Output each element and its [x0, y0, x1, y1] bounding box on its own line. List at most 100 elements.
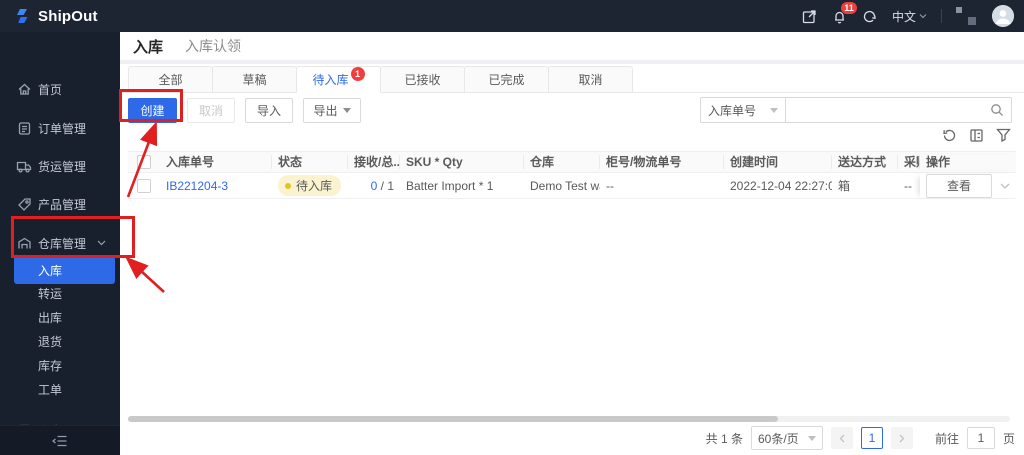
- logo[interactable]: ShipOut: [0, 7, 98, 25]
- sidebar-item-products[interactable]: 产品管理: [0, 191, 120, 217]
- sidebar-item-label: 转运: [38, 286, 63, 301]
- tag-icon: [16, 196, 32, 212]
- sidebar-collapse-button[interactable]: [0, 425, 120, 455]
- export-icon[interactable]: [802, 8, 818, 24]
- sidebar-item-transfer[interactable]: 转运: [0, 281, 120, 305]
- tab-pending-inbound[interactable]: 待入库 1: [296, 66, 381, 93]
- search-input[interactable]: [786, 99, 990, 121]
- table-row: IB221204-3 待入库 0 / 1 Batter Import * 1 D…: [128, 173, 1016, 199]
- pagination: 共 1 条 60条/页 1 前往 页: [120, 426, 1024, 450]
- tab-inbound[interactable]: 入库: [133, 36, 163, 57]
- search-icon[interactable]: [990, 103, 1011, 117]
- caret-down-icon: [342, 107, 351, 113]
- image-placeholder-icon: [956, 7, 978, 25]
- total-count-label: 共 1 条: [705, 431, 743, 446]
- reset-icon[interactable]: [942, 128, 957, 143]
- column-header: 接收/总...: [348, 155, 400, 169]
- sidebar-item-label: 出库: [38, 310, 63, 325]
- toolbar: 创建 取消 导入 导出 入库单号: [120, 97, 1024, 123]
- tab-completed[interactable]: 已完成: [464, 66, 549, 93]
- header-divider: [941, 9, 942, 23]
- tab-all[interactable]: 全部: [128, 66, 213, 93]
- column-header-actions: 操作: [920, 155, 1016, 169]
- tab-received[interactable]: 已接收: [380, 66, 465, 93]
- caret-down-icon: [807, 435, 816, 441]
- created-time-cell: 2022-12-04 22:27:08: [730, 178, 832, 193]
- column-settings-icon[interactable]: [969, 128, 984, 143]
- caret-down-icon: [770, 107, 778, 113]
- sidebar-item-inventory[interactable]: 库存: [0, 353, 120, 377]
- search-input-wrap: [786, 97, 1012, 123]
- sidebar-item-label: 退货: [38, 334, 63, 349]
- tab-cancelled[interactable]: 取消: [548, 66, 633, 93]
- scrollbar-thumb[interactable]: [128, 416, 778, 422]
- purchase-order-cell: --: [904, 178, 912, 193]
- row-checkbox[interactable]: [137, 178, 151, 193]
- status-dot-icon: [285, 182, 291, 189]
- sidebar-item-label: 库存: [38, 358, 63, 373]
- tab-draft[interactable]: 草稿: [212, 66, 297, 93]
- logo-text: ShipOut: [38, 7, 98, 25]
- page-unit-label: 页: [1002, 431, 1015, 446]
- view-button[interactable]: 查看: [926, 173, 992, 198]
- column-header: 采购订: [898, 155, 920, 169]
- sku-qty-cell: Batter Import * 1: [406, 178, 494, 193]
- import-button[interactable]: 导入: [245, 97, 293, 123]
- select-all-checkbox[interactable]: [137, 155, 151, 169]
- chevron-down-icon: [97, 240, 106, 246]
- tab-inbound-claim[interactable]: 入库认领: [185, 36, 241, 56]
- create-button[interactable]: 创建: [128, 97, 177, 123]
- inbound-no-link[interactable]: IB221204-3: [166, 179, 228, 193]
- sidebar-item-inbound[interactable]: 入库: [14, 256, 115, 284]
- tab-label: 全部: [158, 73, 183, 87]
- home-icon: [16, 81, 32, 97]
- order-icon: [16, 120, 32, 136]
- cancel-button[interactable]: 取消: [187, 97, 235, 123]
- container-no-cell: --: [606, 178, 614, 193]
- chevron-down-icon[interactable]: [1000, 183, 1010, 189]
- avatar[interactable]: [992, 5, 1014, 27]
- tab-label: 草稿: [242, 73, 267, 87]
- next-page-button[interactable]: [890, 427, 913, 449]
- sidebar-item-returns[interactable]: 退货: [0, 329, 120, 353]
- page-size-select[interactable]: 60条/页: [750, 426, 823, 450]
- table-tools: [120, 127, 1024, 143]
- sidebar-item-home[interactable]: 首页: [0, 76, 120, 102]
- sidebar-item-workorder[interactable]: 工单: [0, 377, 120, 401]
- tab-label: 已完成: [488, 73, 525, 87]
- warehouse-cell: Demo Test war...: [530, 178, 600, 193]
- prev-page-button[interactable]: [830, 427, 853, 449]
- table-empty-area: [120, 199, 1024, 416]
- horizontal-scrollbar[interactable]: [128, 416, 1010, 422]
- sync-icon[interactable]: [862, 8, 878, 24]
- language-switcher[interactable]: 中文: [892, 8, 927, 25]
- truck-icon: [16, 158, 32, 174]
- column-header: 送达方式: [832, 155, 898, 169]
- bell-icon[interactable]: 11: [832, 2, 857, 24]
- tab-count-badge: 1: [350, 66, 365, 81]
- filter-icon[interactable]: [996, 128, 1011, 142]
- tab-label: 取消: [578, 73, 603, 87]
- language-label: 中文: [891, 9, 916, 24]
- sidebar-item-label: 仓库管理: [38, 236, 87, 251]
- export-button[interactable]: 导出: [303, 97, 361, 123]
- caret-down-icon: [919, 14, 927, 19]
- row-select-cell: [128, 178, 160, 193]
- sidebar-item-orders[interactable]: 订单管理: [0, 115, 120, 141]
- sidebar-item-label: 产品管理: [38, 197, 87, 212]
- status-badge: 待入库: [278, 175, 342, 196]
- current-page-button[interactable]: 1: [860, 427, 883, 449]
- received-total-cell: 0 / 1: [348, 179, 400, 193]
- sidebar: 首页 订单管理 货运管理 产品管理 仓库管理 入库 转运 出库 退货 库存 工单: [0, 32, 120, 455]
- sidebar-item-warehouse[interactable]: 仓库管理: [0, 230, 120, 256]
- column-header: 状态: [272, 155, 348, 169]
- column-header: 入库单号: [160, 155, 272, 169]
- collapse-icon: [52, 434, 68, 448]
- search-field-select[interactable]: 入库单号: [700, 97, 786, 123]
- goto-page-input[interactable]: [966, 427, 995, 449]
- sidebar-item-outbound[interactable]: 出库: [0, 305, 120, 329]
- sidebar-item-freight[interactable]: 货运管理: [0, 153, 120, 179]
- main-content: 入库 入库认领 全部 草稿 待入库 1 已接收 已完成 取消 创建 取消 导入: [120, 32, 1024, 455]
- column-header: 柜号/物流单号: [600, 155, 724, 169]
- status-tabs: 全部 草稿 待入库 1 已接收 已完成 取消: [120, 64, 1024, 93]
